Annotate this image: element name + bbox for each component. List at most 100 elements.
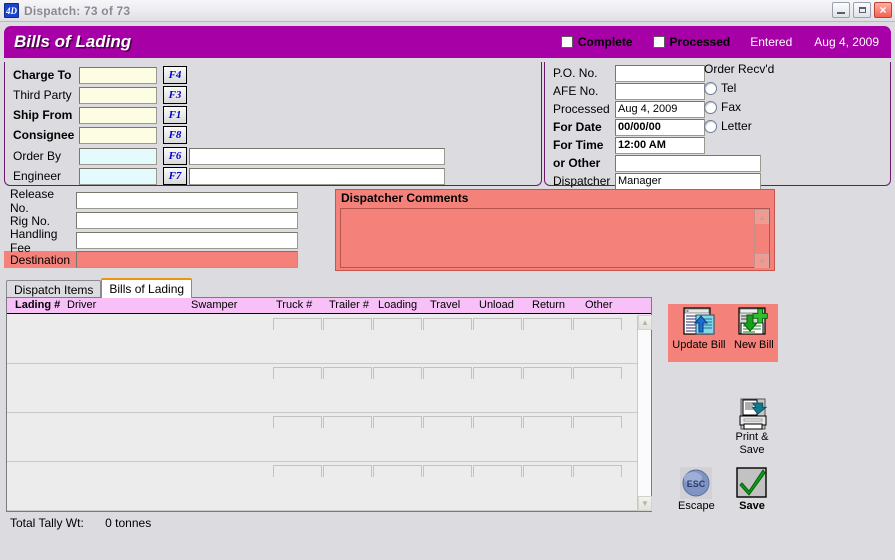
afe-no-input[interactable]	[615, 83, 705, 100]
processed-date-input[interactable]	[615, 101, 705, 118]
column-header-other[interactable]: Other	[585, 299, 613, 311]
page-title: Bills of Lading	[14, 32, 131, 52]
cell-trailer-no[interactable]	[323, 416, 372, 428]
table-row[interactable]	[7, 315, 637, 364]
for-date-input[interactable]	[615, 119, 705, 136]
cell-unload[interactable]	[473, 318, 522, 330]
radio-option-fax[interactable]: Fax	[704, 100, 774, 114]
engineer-input[interactable]	[79, 168, 157, 185]
destination-input[interactable]	[76, 251, 298, 268]
order-by-fkey-button[interactable]: F6	[163, 147, 187, 165]
column-header-lading-no[interactable]: Lading #	[15, 299, 60, 311]
handling-fee-input[interactable]	[76, 232, 298, 249]
table-scrollbar[interactable]: ▲ ▼	[637, 315, 651, 511]
field-row-engineer: Engineer F7	[13, 167, 445, 185]
engineer-fkey-button[interactable]: F7	[163, 167, 187, 185]
ship-from-fkey-button[interactable]: F1	[163, 106, 187, 124]
third-party-fkey-button[interactable]: F3	[163, 86, 187, 104]
dispatcher-comments-textarea[interactable]: ▲ ▼	[340, 208, 770, 268]
new-bill-button[interactable]: New Bill	[734, 306, 774, 351]
table-row[interactable]	[7, 462, 637, 511]
cell-return[interactable]	[523, 416, 572, 428]
comments-scroll-down-icon[interactable]: ▼	[755, 254, 769, 268]
table-scroll-up-icon[interactable]: ▲	[638, 315, 652, 330]
radio-letter-icon[interactable]	[704, 120, 717, 133]
comments-scrollbar[interactable]: ▲ ▼	[754, 210, 768, 268]
cell-return[interactable]	[523, 367, 572, 379]
cell-travel[interactable]	[423, 318, 472, 330]
column-header-travel[interactable]: Travel	[430, 299, 460, 311]
charge-to-fkey-button[interactable]: F4	[163, 66, 187, 84]
order-by-input[interactable]	[79, 148, 157, 165]
cell-travel[interactable]	[423, 465, 472, 477]
column-header-driver[interactable]: Driver	[67, 299, 96, 311]
cell-return[interactable]	[523, 318, 572, 330]
cell-trailer-no[interactable]	[323, 465, 372, 477]
table-row[interactable]	[7, 364, 637, 413]
release-no-input[interactable]	[76, 192, 298, 209]
entered-label: Entered	[750, 35, 792, 49]
cell-unload[interactable]	[473, 465, 522, 477]
or-other-input[interactable]	[615, 155, 761, 172]
complete-checkbox-group[interactable]: Complete	[561, 35, 633, 49]
escape-button[interactable]: ESC Escape	[678, 467, 715, 512]
maximize-button[interactable]	[853, 2, 871, 18]
consignee-fkey-button[interactable]: F8	[163, 126, 187, 144]
cell-loading[interactable]	[373, 318, 422, 330]
cell-truck-no[interactable]	[273, 465, 322, 477]
table-scroll-down-icon[interactable]: ▼	[638, 496, 652, 511]
table-row[interactable]	[7, 413, 637, 462]
column-header-truck-no[interactable]: Truck #	[276, 299, 312, 311]
radio-option-letter[interactable]: Letter	[704, 119, 774, 133]
complete-checkbox[interactable]	[561, 36, 573, 48]
comments-scroll-up-icon[interactable]: ▲	[755, 210, 769, 224]
complete-label: Complete	[578, 35, 633, 49]
processed-checkbox-group[interactable]: Processed	[653, 35, 731, 49]
update-bill-button[interactable]: Update Bill	[672, 306, 725, 351]
cell-loading[interactable]	[373, 367, 422, 379]
engineer-name-input[interactable]	[189, 168, 445, 185]
processed-checkbox[interactable]	[653, 36, 665, 48]
cell-other[interactable]	[573, 318, 622, 330]
for-time-input[interactable]	[615, 137, 705, 154]
ship-from-input[interactable]	[79, 107, 157, 124]
rig-no-input[interactable]	[76, 212, 298, 229]
cell-return[interactable]	[523, 465, 572, 477]
third-party-input[interactable]	[79, 87, 157, 104]
po-no-input[interactable]	[615, 65, 705, 82]
column-header-trailer-no[interactable]: Trailer #	[329, 299, 369, 311]
consignee-label: Consignee	[13, 128, 79, 142]
cell-truck-no[interactable]	[273, 416, 322, 428]
cell-trailer-no[interactable]	[323, 318, 372, 330]
close-button[interactable]: ×	[874, 2, 892, 18]
order-by-name-input[interactable]	[189, 148, 445, 165]
cell-other[interactable]	[573, 416, 622, 428]
tab-dispatch-items[interactable]: Dispatch Items	[6, 280, 101, 298]
cell-unload[interactable]	[473, 367, 522, 379]
cell-loading[interactable]	[373, 416, 422, 428]
radio-fax-icon[interactable]	[704, 101, 717, 114]
cell-loading[interactable]	[373, 465, 422, 477]
cell-unload[interactable]	[473, 416, 522, 428]
column-header-return[interactable]: Return	[532, 299, 565, 311]
column-header-swamper[interactable]: Swamper	[191, 299, 237, 311]
radio-tel-icon[interactable]	[704, 82, 717, 95]
column-header-loading[interactable]: Loading	[378, 299, 417, 311]
cell-other[interactable]	[573, 465, 622, 477]
charge-to-input[interactable]	[79, 67, 157, 84]
bill-actions-panel: Update Bill Ne	[668, 304, 778, 362]
print-save-button[interactable]: Print & Save	[735, 398, 769, 457]
save-button[interactable]: Save	[736, 467, 768, 512]
cell-other[interactable]	[573, 367, 622, 379]
cell-travel[interactable]	[423, 416, 472, 428]
dispatcher-input[interactable]	[615, 173, 761, 190]
column-header-unload[interactable]: Unload	[479, 299, 514, 311]
cell-trailer-no[interactable]	[323, 367, 372, 379]
cell-truck-no[interactable]	[273, 318, 322, 330]
tab-bills-of-lading[interactable]: Bills of Lading	[101, 278, 192, 298]
consignee-input[interactable]	[79, 127, 157, 144]
radio-option-tel[interactable]: Tel	[704, 81, 774, 95]
minimize-button[interactable]	[832, 2, 850, 18]
cell-truck-no[interactable]	[273, 367, 322, 379]
cell-travel[interactable]	[423, 367, 472, 379]
